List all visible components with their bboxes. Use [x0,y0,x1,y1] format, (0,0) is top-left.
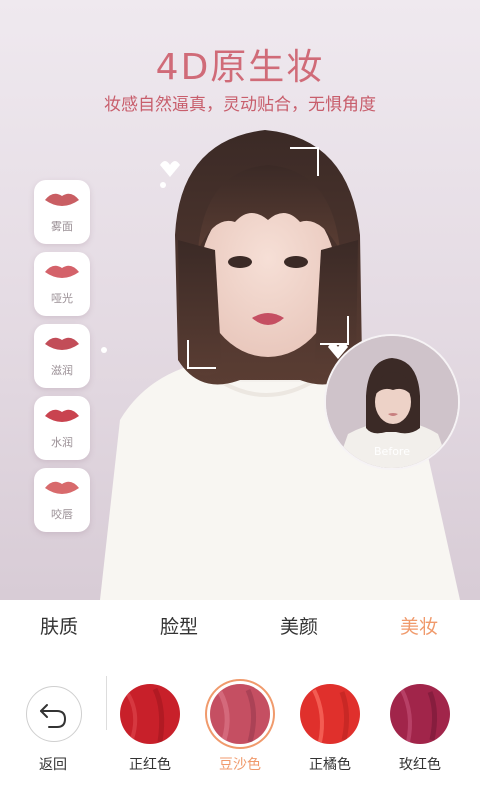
tab-beauty[interactable]: 美颜 [280,612,318,639]
lip-style-moist[interactable]: 滋润 [34,324,90,388]
hero-banner: 4D原生妆 妆感自然逼真，灵动贴合，无惧角度 雾面 哑光 滋润 水润 咬唇 Be… [0,0,480,600]
color-label: 豆沙色 [219,757,261,773]
undo-arrow-icon [40,704,67,728]
lipstick-texture [120,684,180,744]
color-label: 正橘色 [309,757,351,773]
lip-style-glossy[interactable]: 水润 [34,396,90,460]
page-title: 4D原生妆 [155,47,325,88]
lipstick-texture [390,684,450,744]
lips-icon [45,265,79,278]
lips-icon [45,409,79,422]
lip-style-label: 水润 [51,436,73,449]
divider [106,676,107,730]
lipstick-texture [210,684,270,744]
lip-style-matte-fog[interactable]: 雾面 [34,180,90,244]
color-label: 玫红色 [399,757,441,773]
lip-style-matte[interactable]: 哑光 [34,252,90,316]
lipstick-texture [300,684,360,744]
lip-style-label: 咬唇 [51,508,73,521]
feature-tabs: 肤质 脸型 美颜 美妆 [0,600,480,652]
page-subtitle: 妆感自然逼真，灵动贴合，无惧角度 [104,95,376,115]
lip-style-label: 雾面 [51,220,73,233]
lips-icon [45,481,79,494]
tab-makeup[interactable]: 美妆 [400,612,438,639]
color-swatch-rose-red[interactable] [390,684,450,744]
color-picker-bar: 返回 正红色 豆沙色 正橘色 玫红色 [0,652,480,800]
back-label: 返回 [39,757,67,773]
lip-style-bitten[interactable]: 咬唇 [34,468,90,532]
lip-style-label: 哑光 [51,292,73,305]
tab-skin[interactable]: 肤质 [40,612,78,639]
color-swatch-true-red[interactable] [120,684,180,744]
lips-icon [45,193,79,206]
lip-style-label: 滋润 [51,364,73,377]
color-swatch-orange-red[interactable] [300,684,360,744]
color-label: 正红色 [129,757,171,773]
before-label: Before [374,445,410,458]
back-button[interactable] [26,686,82,742]
lips-icon [45,337,79,350]
color-swatch-bean-paste[interactable] [210,684,270,744]
tab-face-shape[interactable]: 脸型 [160,612,198,639]
before-preview[interactable]: Before [324,334,460,470]
